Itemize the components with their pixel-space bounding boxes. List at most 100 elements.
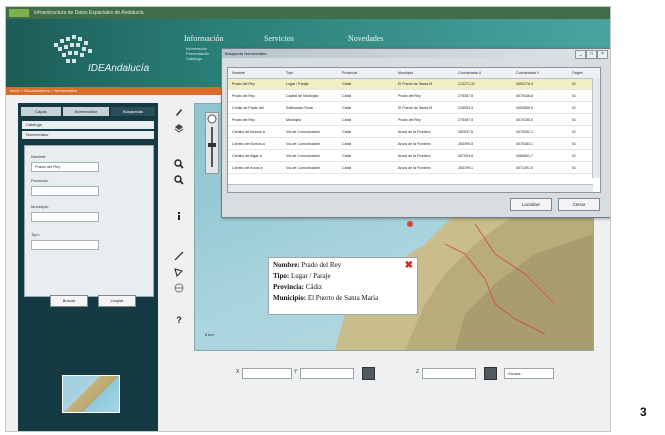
table-cell: Arcos de la Frontera — [398, 166, 431, 170]
help-icon[interactable]: ? — [174, 315, 184, 325]
clear-button[interactable]: Limpiar — [98, 295, 136, 307]
column-header[interactable]: Nombre — [232, 68, 282, 78]
junta-logo-icon — [9, 9, 29, 17]
table-row[interactable]: Camino de Arcos a Vía de Comunicación Cádi… — [228, 163, 600, 174]
panel-row-nomenclator[interactable]: Nomenclátor — [22, 131, 154, 139]
table-cell: El Puerto de Santa M — [398, 82, 433, 86]
y-coordinate-input[interactable] — [300, 368, 354, 379]
locate-button[interactable]: Localizar — [510, 198, 552, 211]
table-cell: IG — [572, 142, 576, 146]
panel-tabs: Capas Nomenclátor Búsquedas — [21, 107, 155, 116]
results-table: Nombre Tipo Provincia Municipio Coordena… — [227, 67, 601, 193]
minimize-icon[interactable]: _ — [575, 50, 586, 59]
popup-key: Provincia: — [273, 283, 304, 291]
column-header[interactable]: Coordenada X — [458, 68, 510, 78]
pan-zoom-control[interactable] — [205, 112, 219, 174]
popup-key: Nombre: — [273, 261, 300, 269]
table-cell: Arcos de la Frontera — [398, 154, 431, 158]
globe-icon[interactable] — [174, 283, 184, 293]
table-cell: 4070092,1 — [516, 130, 533, 134]
overview-map[interactable] — [62, 375, 120, 413]
dialog-title: Búsqueda Nomenclátor — [225, 51, 267, 56]
horizontal-scrollbar[interactable] — [228, 184, 593, 192]
municipio-input[interactable] — [31, 212, 99, 222]
apply-scale-icon[interactable] — [484, 367, 497, 380]
table-cell: Edificación Rural — [286, 106, 313, 110]
close-dialog-button[interactable]: Cerrar — [558, 198, 600, 211]
column-header[interactable]: Municipio — [398, 68, 454, 78]
search-button[interactable]: Buscar — [50, 295, 88, 307]
column-header[interactable]: Provincia — [342, 68, 394, 78]
table-cell: Cádiz — [342, 142, 352, 146]
scale-select-value: -Escala- — [507, 371, 522, 376]
table-cell: IG — [572, 94, 576, 98]
submenu-item[interactable]: Catálogo — [186, 56, 209, 61]
tab-nomenclator[interactable]: Nomenclátor — [63, 107, 109, 116]
popup-row-nombre: Nombre: Prado del Rey — [273, 260, 341, 271]
panel-row-label: Catálogo — [26, 122, 43, 127]
table-cell: 263499,5 — [458, 142, 473, 146]
table-cell: 262537,5 — [458, 130, 473, 134]
column-header[interactable]: Coordenada Y — [516, 68, 566, 78]
tab-capas[interactable]: Capas — [21, 107, 61, 116]
brand-name: IDEAndalucía — [88, 63, 150, 74]
search-panel: Capas Nomenclátor Búsquedas Catálogo Nom… — [18, 103, 158, 431]
zoom-out-icon[interactable] — [174, 175, 184, 185]
search-results-dialog: Búsqueda Nomenclátor _ □ × Nombre Tipo P… — [221, 48, 610, 218]
maximize-icon[interactable]: □ — [586, 50, 597, 59]
menu-informacion-submenu: Información Presentación Catálogo — [186, 46, 209, 61]
panel-row-catalogo[interactable]: Catálogo — [22, 121, 154, 129]
table-row[interactable]: Camino de Bornos a Vía de Comunicación Cád… — [228, 139, 600, 150]
table-cell: IG — [572, 166, 576, 170]
field-label-tipo: Tipo: — [31, 232, 40, 237]
layers-icon[interactable] — [174, 123, 184, 133]
table-row[interactable]: Prado del Rey Lugar / Paraje Cádiz El Puert… — [228, 79, 600, 90]
zoom-in-icon[interactable] — [174, 159, 184, 169]
measure-line-icon[interactable] — [174, 251, 184, 261]
popup-close-icon[interactable]: ✖ — [405, 260, 413, 271]
search-form: Nombre: Prado del Rey Provincia: Municip… — [24, 145, 154, 297]
table-cell: IG — [572, 106, 576, 110]
scale-select[interactable]: -Escala- — [504, 368, 554, 379]
menu-novedades[interactable]: Novedades — [348, 34, 384, 43]
table-cell: IG — [572, 118, 576, 122]
info-icon[interactable] — [174, 211, 184, 221]
go-to-coordinate-icon[interactable] — [362, 367, 375, 380]
measure-area-icon[interactable] — [174, 267, 184, 277]
breadcrumb-text[interactable]: Inicio > Visualizadores > Nomenclátor — [10, 88, 77, 93]
table-row[interactable]: Cortijo de Prado del Edificación Rural Cád… — [228, 103, 600, 114]
vertical-scrollbar[interactable] — [592, 78, 600, 178]
table-cell: Vía de Comunicación — [286, 154, 321, 158]
table-cell: Cádiz — [342, 106, 352, 110]
pencil-icon[interactable] — [174, 107, 184, 117]
table-cell: Cortijo de Prado del — [232, 106, 264, 110]
menu-informacion[interactable]: Información — [184, 34, 224, 43]
table-row[interactable]: Camino de Algar a Vía de Comunicación Cádi… — [228, 151, 600, 162]
column-header[interactable]: Origen — [572, 68, 590, 78]
menu-servicios[interactable]: Servicios — [264, 34, 294, 43]
table-cell: Cádiz — [342, 82, 352, 86]
table-row[interactable]: Prado del Rey Capital de Municipio Cádiz Pr… — [228, 91, 600, 102]
map-toolbar: ? — [168, 103, 192, 325]
popup-key: Municipio: — [273, 294, 307, 302]
popup-value: Lugar / Paraje — [290, 272, 331, 280]
panel-row-label: Nomenclátor — [26, 132, 49, 137]
provincia-input[interactable] — [31, 186, 99, 196]
app-window: Infraestructura de Datos Espaciales de A… — [5, 6, 611, 432]
popup-value: El Puerto de Santa María — [307, 294, 379, 302]
table-row[interactable]: Prado del Rey Municipio Cádiz Prado del Rey… — [228, 115, 600, 126]
column-header[interactable]: Tipo — [286, 68, 338, 78]
popup-key: Tipo: — [273, 272, 290, 280]
table-cell: Prado del Rey — [232, 94, 255, 98]
nombre-input[interactable]: Prado del Rey — [31, 162, 99, 172]
table-cell: Prado del Rey — [398, 118, 421, 122]
dialog-titlebar[interactable]: Búsqueda Nomenclátor — [222, 49, 610, 58]
table-header: Nombre Tipo Provincia Municipio Coordena… — [228, 68, 600, 79]
tipo-input[interactable] — [31, 240, 99, 250]
z-input[interactable] — [422, 368, 476, 379]
close-icon[interactable]: × — [597, 50, 608, 59]
table-row[interactable]: Camino de Bornos a Vía de Comunicación Cád… — [228, 127, 600, 138]
table-cell: Vía de Comunicación — [286, 142, 321, 146]
tab-busquedas[interactable]: Búsquedas — [111, 107, 155, 116]
x-coordinate-input[interactable] — [242, 368, 292, 379]
